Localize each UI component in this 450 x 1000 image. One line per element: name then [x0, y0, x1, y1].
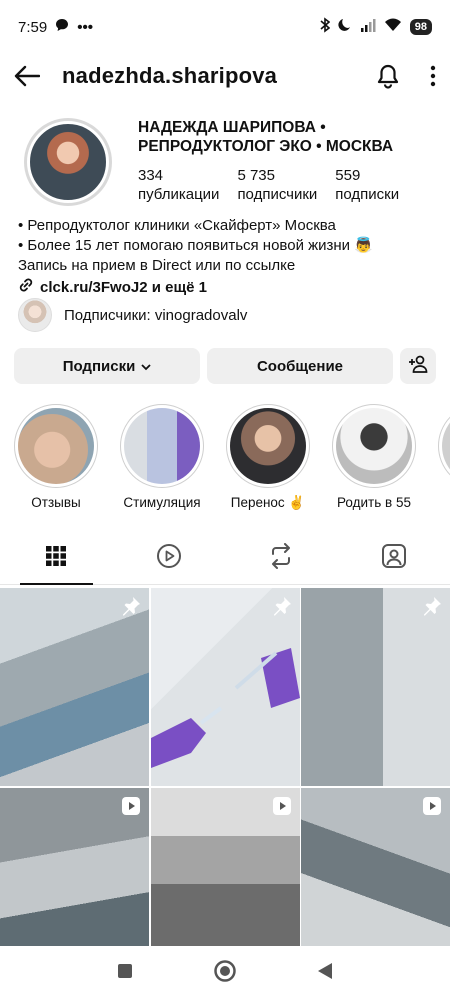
- post-thumbnail[interactable]: [150, 588, 300, 786]
- post-thumbnail[interactable]: [301, 788, 450, 946]
- subscriptions-label: Подписки: [62, 357, 136, 375]
- chevron-down-icon: [141, 358, 151, 375]
- wifi-icon: [384, 18, 402, 36]
- status-time: 7:59: [18, 18, 48, 36]
- highlight-label: Перенос ✌️: [230, 495, 306, 510]
- highlight-ring: [226, 404, 310, 488]
- battery-indicator: 98: [409, 19, 432, 35]
- profile-tabs: [0, 533, 450, 585]
- bio-line: • Репродуктолог клиники «Скайферт» Москв…: [18, 217, 336, 234]
- profile-stats: 334 публикации 5 735 подписчики 559 подп…: [138, 166, 399, 204]
- highlight-label: Отзывы: [31, 495, 81, 510]
- highlight-ring: [438, 404, 450, 488]
- reel-icon: [422, 796, 442, 821]
- system-nav-bar: [0, 946, 450, 1000]
- reels-icon: [156, 543, 182, 574]
- highlight-image: [18, 408, 94, 484]
- link-icon: [18, 277, 34, 299]
- highlight-item[interactable]: Перенос ✌️: [218, 404, 318, 511]
- profile-name: НАДЕЖДА ШАРИПОВА • РЕПРОДУКТОЛОГ ЭКО • М…: [138, 119, 394, 155]
- highlight-item[interactable]: Отзывы: [6, 404, 106, 510]
- posts-grid: [0, 588, 450, 946]
- add-person-icon: [408, 355, 428, 377]
- tab-reels[interactable]: [113, 533, 226, 584]
- highlight-item[interactable]: [430, 404, 450, 488]
- back-arrow-icon[interactable]: [14, 65, 40, 87]
- stat-label: подписки: [335, 186, 400, 203]
- recents-square-icon[interactable]: [117, 963, 133, 984]
- repost-icon: [269, 543, 293, 574]
- add-person-button[interactable]: [400, 348, 436, 384]
- tagged-person-icon: [381, 543, 407, 574]
- pin-icon: [121, 596, 141, 621]
- status-bar: 7:59 ••• 98: [0, 0, 450, 54]
- followed-by-text: Подписчики: vinogradovalv: [64, 306, 248, 324]
- more-vertical-icon[interactable]: [430, 65, 436, 87]
- tab-reposts[interactable]: [225, 533, 338, 584]
- stat-following[interactable]: 559 подписки: [335, 166, 399, 204]
- tab-tagged[interactable]: [338, 533, 450, 584]
- bell-icon[interactable]: [376, 63, 400, 89]
- profile-actions: Подписки Сообщение: [14, 348, 436, 384]
- page-title: nadezhda.sharipova: [62, 63, 278, 88]
- highlight-image: [124, 408, 200, 484]
- bio-line: Запись на прием в Direct или по ссылке: [18, 257, 296, 274]
- stat-value: 559: [335, 167, 361, 184]
- reel-icon: [272, 796, 292, 821]
- highlight-image: [336, 408, 412, 484]
- post-thumbnail[interactable]: [0, 588, 149, 786]
- stat-value: 334: [138, 167, 164, 184]
- syringe-illustration: [150, 648, 300, 768]
- post-thumbnail[interactable]: [0, 788, 149, 946]
- post-thumbnail[interactable]: [150, 788, 300, 946]
- profile-header: nadezhda.sharipova: [0, 54, 450, 98]
- highlight-ring: [120, 404, 204, 488]
- avatar[interactable]: [24, 118, 112, 206]
- tab-grid[interactable]: [0, 533, 113, 585]
- dnd-moon-icon: [338, 18, 352, 36]
- bio-line: • Более 15 лет помогаю появиться новой ж…: [18, 237, 373, 254]
- back-triangle-icon[interactable]: [317, 962, 333, 985]
- stat-value: 5 735: [237, 167, 275, 184]
- follower-avatar: [18, 298, 52, 332]
- story-highlights: Отзывы Стимуляция Перенос ✌️ Родить в 55: [0, 404, 450, 516]
- message-label: Сообщение: [256, 357, 344, 375]
- highlight-image: [230, 408, 306, 484]
- highlight-item[interactable]: Родить в 55: [324, 404, 424, 510]
- highlight-image: [442, 408, 450, 484]
- highlight-label: Родить в 55: [337, 495, 411, 510]
- bio-link[interactable]: clck.ru/3FwoJ2 и ещё 1: [18, 277, 438, 299]
- stat-label: публикации: [138, 186, 220, 203]
- home-circle-icon[interactable]: [213, 959, 237, 988]
- highlight-ring: [332, 404, 416, 488]
- avatar-image: [27, 121, 109, 203]
- followed-by[interactable]: Подписчики: vinogradovalv: [18, 298, 247, 332]
- more-dots-icon: •••: [77, 18, 93, 36]
- stat-followers[interactable]: 5 735 подписчики: [237, 166, 317, 204]
- grid-icon: [45, 545, 67, 572]
- pin-icon: [422, 596, 442, 621]
- highlight-label: Стимуляция: [123, 495, 201, 510]
- stat-label: подписчики: [237, 186, 318, 203]
- profile-summary: НАДЕЖДА ШАРИПОВА • РЕПРОДУКТОЛОГ ЭКО • М…: [18, 118, 438, 208]
- reel-icon: [121, 796, 141, 821]
- bluetooth-icon: [320, 17, 331, 37]
- stat-posts[interactable]: 334 публикации: [138, 166, 219, 204]
- profile-bio: • Репродуктолог клиники «Скайферт» Москв…: [18, 216, 438, 299]
- signal-icon: [360, 18, 376, 36]
- post-thumbnail[interactable]: [301, 588, 450, 786]
- message-button[interactable]: Сообщение: [207, 348, 393, 384]
- highlight-item[interactable]: Стимуляция: [112, 404, 212, 510]
- chat-bubble-icon: [55, 18, 69, 36]
- subscriptions-button[interactable]: Подписки: [14, 348, 200, 384]
- bio-link-text: clck.ru/3FwoJ2 и ещё 1: [40, 279, 207, 296]
- highlight-ring: [14, 404, 98, 488]
